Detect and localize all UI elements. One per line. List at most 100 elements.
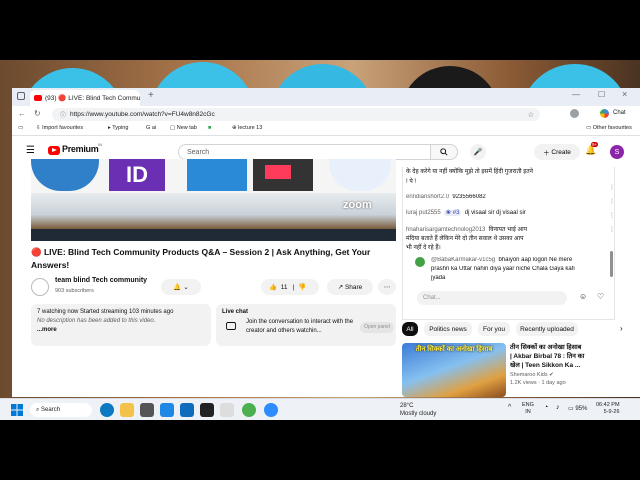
wifi-icon[interactable]: ◔ xyxy=(544,404,548,411)
chat-message: erindianshort2.0 9235566082 xyxy=(406,194,486,200)
favorite-star-icon[interactable]: ☆ xyxy=(528,111,534,119)
more-actions-icon[interactable]: ⋯ xyxy=(378,279,396,295)
notification-badge: 9+ xyxy=(591,142,599,147)
language-indicator[interactable]: ENG IN xyxy=(522,402,534,416)
refresh-icon[interactable]: ↻ xyxy=(34,109,41,118)
clock[interactable]: 06:42 PM 5-9-26 xyxy=(596,402,620,416)
chat-bubble-icon xyxy=(226,322,236,332)
close-window-button[interactable]: × xyxy=(622,89,627,99)
live-chat-box: Live chat Join the conversation to inter… xyxy=(216,304,396,346)
chat-message: luraj put2555 ❀ #3 dj visaal sir dj visa… xyxy=(406,210,526,216)
tab-youtube[interactable]: (93) 🔴 LIVE: Blind Tech Communi × xyxy=(30,90,140,106)
edge-icon[interactable] xyxy=(100,403,114,417)
open-panel-button[interactable]: Open panel xyxy=(360,322,394,333)
chat-message: भी नहीं दे रहे हैं। xyxy=(406,245,441,251)
chat-message: मंदिया बताते हैं लेकिन मेरे दो तीन सवाल … xyxy=(406,236,524,242)
other-favourites[interactable]: ▭ Other favourites xyxy=(586,125,632,131)
recommendation-thumbnail[interactable]: तीन सिक्कों का अनोखा हिसाब xyxy=(402,343,506,397)
tab-actions-icon[interactable] xyxy=(17,92,25,100)
chip-all[interactable]: All xyxy=(402,322,418,336)
maximize-button[interactable]: ☐ xyxy=(598,90,605,99)
outlook-icon[interactable] xyxy=(180,403,194,417)
chat-message: hnaharisargamtechnolog2013 विनायत भाई आप xyxy=(406,227,528,233)
live-chat-text: Join the conversation to interact with t… xyxy=(246,319,354,334)
like-button[interactable]: 👍 11 | 👎 xyxy=(261,279,319,295)
video-graphic: ID xyxy=(109,159,165,191)
video-player[interactable]: ID zoom xyxy=(31,159,396,241)
file-explorer-icon[interactable] xyxy=(120,403,134,417)
volume-icon[interactable]: ♪ xyxy=(556,404,560,411)
description-box[interactable]: 7 watching now Started streaming 103 min… xyxy=(31,304,211,346)
url-text: https://www.youtube.com/watch?v=FU4w8n82… xyxy=(70,111,215,118)
bookmark-import[interactable]: ⇩ Import favourites xyxy=(36,125,83,131)
bookmark-typing[interactable]: ▸ Typing xyxy=(108,125,128,131)
recommendation-title[interactable]: तीन सिक्कों का अनोखा हिसाब | Akbar Birba… xyxy=(510,343,636,370)
search-placeholder: Search xyxy=(187,148,210,156)
weather-widget[interactable]: 28°C Mostly cloudy xyxy=(400,402,436,418)
create-button[interactable]: ＋ Create xyxy=(534,144,580,160)
terminal-icon[interactable] xyxy=(200,403,214,417)
video-graphic xyxy=(187,159,247,191)
start-button[interactable] xyxy=(10,403,24,417)
video-taskbar-strip xyxy=(31,229,396,241)
video-scene xyxy=(31,193,396,229)
heart-icon[interactable]: ♡ xyxy=(597,292,604,301)
channel-avatar[interactable] xyxy=(31,278,49,296)
bookmark-ai[interactable]: G ai xyxy=(146,125,156,131)
search-input[interactable]: Search xyxy=(178,144,458,160)
store-icon[interactable] xyxy=(140,403,154,417)
share-button[interactable]: ↗ Share xyxy=(327,279,373,295)
battery-indicator[interactable]: ▭ 95% xyxy=(568,405,587,412)
search-icon xyxy=(440,148,448,156)
app-icon[interactable] xyxy=(160,403,174,417)
recommendation-channel[interactable]: Shemaroo Kids ✔ xyxy=(510,372,554,378)
chat-message-menu-icon[interactable]: ⋮ ⋮ ⋮ ⋮ xyxy=(609,181,614,237)
bookmark-green-icon[interactable]: ■ xyxy=(208,125,211,131)
chip-for-you[interactable]: For you xyxy=(478,322,510,336)
chat-message: prashn ka Uttar nahin diya yaar niche Ch… xyxy=(431,266,575,272)
tray-chevron-icon[interactable]: ^ xyxy=(508,404,511,411)
chrome-icon[interactable] xyxy=(242,403,256,417)
bookmark-lecture[interactable]: ⊕ lecture 13 xyxy=(232,125,262,131)
hamburger-menu-icon[interactable]: ☰ xyxy=(26,145,35,156)
user-avatar[interactable]: S xyxy=(610,145,624,159)
live-chat-title: Live chat xyxy=(222,309,249,315)
bookmarks-bar: ▭ ⇩ Import favourites ▸ Typing G ai ▢ Ne… xyxy=(12,122,640,136)
back-arrow-icon[interactable]: ← xyxy=(18,109,26,118)
copilot-icon[interactable] xyxy=(600,109,609,118)
chip-bar: All Politics news For you Recently uploa… xyxy=(402,322,640,338)
chips-next-icon[interactable]: › xyxy=(620,324,623,333)
country-code: IN xyxy=(98,142,102,147)
minimize-button[interactable]: — xyxy=(572,90,580,99)
chat-input[interactable]: Chat... xyxy=(417,291,567,305)
live-chat-panel: के देह करेगे या नहीं क्योंकि मुझे तो इसम… xyxy=(402,167,615,320)
recommendation-item[interactable]: तीन सिक्कों का अनोखा हिसाब तीन सिक्कों क… xyxy=(402,343,640,397)
profile-avatar[interactable] xyxy=(570,109,579,118)
youtube-logo-icon[interactable] xyxy=(48,146,60,155)
chat-scrollbar[interactable] xyxy=(610,251,613,277)
bookmark-new-tab[interactable]: ▢ New tab xyxy=(170,125,197,131)
app-icon[interactable] xyxy=(220,403,234,417)
zoom-icon[interactable] xyxy=(264,403,278,417)
tab-bar: (93) 🔴 LIVE: Blind Tech Communi × + — ☐ … xyxy=(12,88,640,106)
chat-message: @BabaKarmakar-v1c5g bhaiyon aap logon Ne… xyxy=(431,257,573,263)
taskbar-search[interactable]: ⌕ Search xyxy=(30,403,92,417)
chip-recently-uploaded[interactable]: Recently uploaded xyxy=(516,322,578,336)
subscribed-bell-button[interactable]: 🔔 ⌄ xyxy=(161,279,201,295)
windows-taskbar: ⌕ Search 28°C Mostly cloudy ^ ENG IN ◔ ♪… xyxy=(0,398,640,420)
channel-name[interactable]: team blind Tech community xyxy=(55,277,147,284)
new-tab-button[interactable]: + xyxy=(148,90,154,101)
search-button[interactable] xyxy=(430,144,458,160)
chat-label[interactable]: Chat xyxy=(613,110,626,116)
channel-row: team blind Tech community 903 subscriber… xyxy=(31,276,396,298)
site-info-icon[interactable]: ⓘ xyxy=(60,110,66,119)
chat-author-avatar xyxy=(415,257,425,267)
youtube-premium-logo[interactable]: Premium xyxy=(62,144,99,154)
emoji-icon[interactable]: ☺ xyxy=(579,292,587,301)
bookmark-icon[interactable]: ▭ xyxy=(18,125,23,131)
member-badge: ❀ #3 xyxy=(444,210,462,216)
address-bar[interactable]: ⓘ https://www.youtube.com/watch?v=FU4w8n… xyxy=(52,108,540,121)
description-more-link[interactable]: ...more xyxy=(37,326,205,335)
chip-politics-news[interactable]: Politics news xyxy=(424,322,472,336)
voice-search-icon[interactable]: 🎤 xyxy=(470,144,486,160)
